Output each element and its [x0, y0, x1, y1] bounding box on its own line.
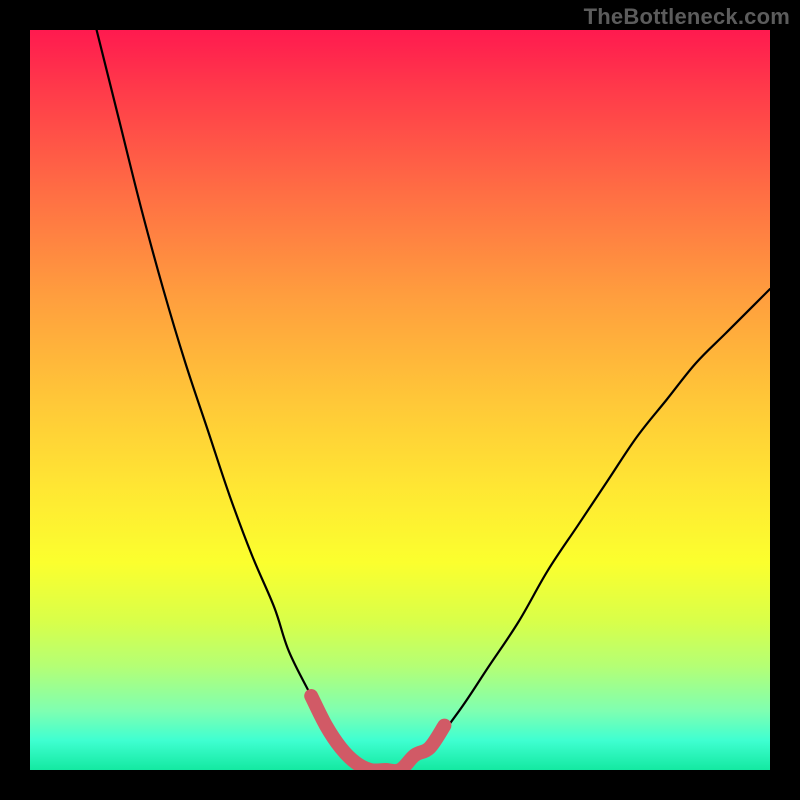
watermark-text: TheBottleneck.com — [584, 4, 790, 30]
optimal-zone-highlight — [311, 696, 444, 770]
plot-area — [30, 30, 770, 770]
chart-frame: TheBottleneck.com — [0, 0, 800, 800]
bottleneck-curve — [97, 30, 770, 770]
curve-layer — [30, 30, 770, 770]
